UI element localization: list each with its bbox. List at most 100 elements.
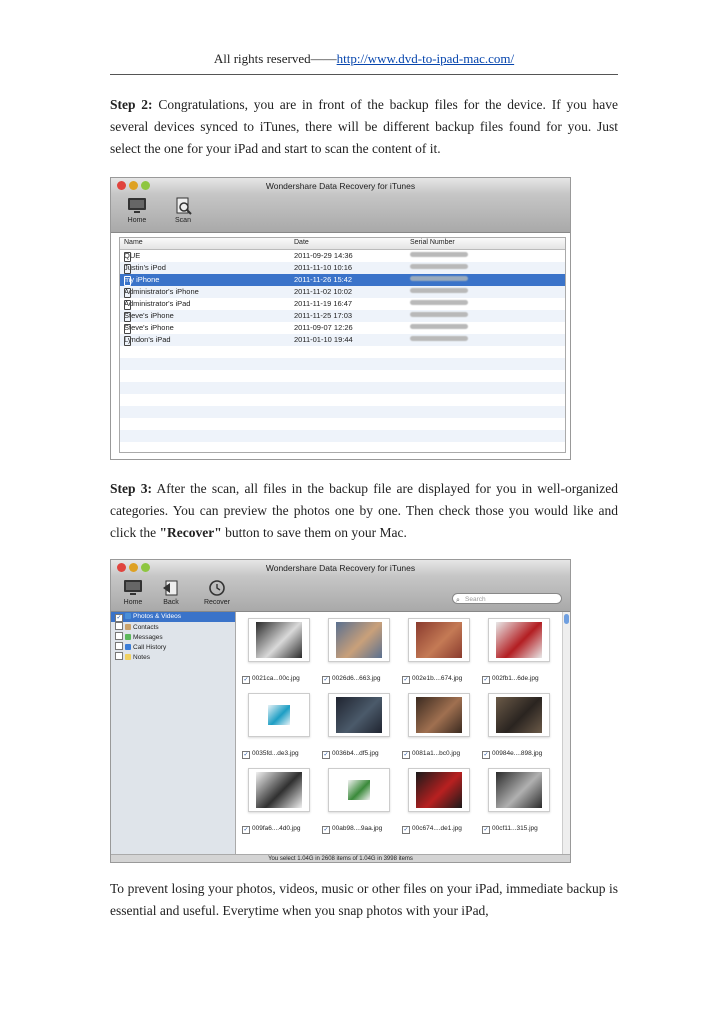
photo-tile[interactable]: ✓ 00cf11...315.jpg: [482, 768, 556, 834]
table-row[interactable]: my iPhone 2011-11-26 15:42: [120, 274, 565, 286]
home-button[interactable]: Home: [117, 197, 157, 224]
table-row[interactable]: Administrator's iPad 2011-11-19 16:47: [120, 298, 565, 310]
photo-tile[interactable]: ✓ 00c674....de1.jpg: [402, 768, 476, 834]
category-item[interactable]: Call History: [111, 642, 235, 652]
table-row[interactable]: [120, 406, 565, 418]
scan-icon: [176, 197, 192, 215]
photo-label: ✓ 00984e....898.jpg: [482, 750, 556, 759]
photo-image: [256, 622, 302, 658]
col-serial[interactable]: Serial Number: [410, 239, 455, 246]
photo-thumbnail[interactable]: [328, 693, 390, 737]
photo-image: [336, 697, 382, 733]
photo-label: ✓ 00cf11...315.jpg: [482, 825, 556, 834]
photo-tile[interactable]: ✓ 0081a1...bc0.jpg: [402, 693, 476, 759]
scan-button[interactable]: Scan: [163, 197, 203, 224]
photo-thumbnail[interactable]: [408, 618, 470, 662]
photo-checkbox[interactable]: ✓: [322, 826, 330, 834]
photo-tile[interactable]: ✓ 009fa6....4d0.jpg: [242, 768, 316, 834]
photo-checkbox[interactable]: ✓: [482, 676, 490, 684]
category-checkbox[interactable]: ✓: [115, 614, 123, 622]
photo-checkbox[interactable]: ✓: [402, 826, 410, 834]
photo-checkbox[interactable]: ✓: [242, 751, 250, 759]
table-row[interactable]: [120, 418, 565, 430]
device-name: Steve's iPhone: [124, 311, 174, 322]
photo-checkbox[interactable]: ✓: [402, 676, 410, 684]
home-label: Home: [127, 217, 147, 224]
photo-thumbnail[interactable]: [248, 693, 310, 737]
close-icon[interactable]: [117, 181, 126, 190]
table-row[interactable]: [120, 430, 565, 442]
photo-image: [348, 780, 370, 800]
table-row[interactable]: [120, 394, 565, 406]
photo-checkbox[interactable]: ✓: [402, 751, 410, 759]
step2-text: Congratulations, you are in front of the…: [110, 97, 618, 156]
photo-image: [268, 705, 290, 725]
photo-checkbox[interactable]: ✓: [242, 826, 250, 834]
monitor-icon: [124, 580, 142, 595]
photo-thumbnail[interactable]: [488, 768, 550, 812]
photo-checkbox[interactable]: ✓: [482, 751, 490, 759]
photo-tile[interactable]: ✓ 0026d6...663.jpg: [322, 618, 396, 684]
home-button[interactable]: Home: [113, 579, 153, 606]
photo-thumbnail[interactable]: [248, 618, 310, 662]
recover-button[interactable]: Recover: [197, 579, 237, 606]
table-row[interactable]: [120, 370, 565, 382]
photo-checkbox[interactable]: ✓: [482, 826, 490, 834]
minimize-icon[interactable]: [129, 181, 138, 190]
zoom-icon[interactable]: [141, 181, 150, 190]
col-name[interactable]: Name: [124, 239, 143, 246]
photo-thumbnail[interactable]: [328, 618, 390, 662]
scrollbar-thumb[interactable]: [564, 614, 569, 624]
zoom-icon[interactable]: [141, 563, 150, 572]
table-row[interactable]: [120, 382, 565, 394]
photo-tile[interactable]: ✓ 00ab98....9aa.jpg: [322, 768, 396, 834]
category-checkbox[interactable]: [115, 622, 123, 630]
table-row[interactable]: QUE 2011-09-29 14:36: [120, 250, 565, 262]
back-label: Back: [163, 599, 179, 606]
photo-thumbnail[interactable]: [248, 768, 310, 812]
device-icon: [124, 264, 131, 274]
back-button[interactable]: Back: [151, 579, 191, 606]
site-link[interactable]: http://www.dvd-to-ipad-mac.com/: [337, 51, 515, 66]
scrollbar[interactable]: [562, 612, 570, 854]
table-row[interactable]: [120, 346, 565, 358]
category-checkbox[interactable]: [115, 652, 123, 660]
photo-tile[interactable]: ✓ 0035fd...de3.jpg: [242, 693, 316, 759]
col-date[interactable]: Date: [294, 239, 309, 246]
photo-tile[interactable]: ✓ 002e1b....674.jpg: [402, 618, 476, 684]
table-row[interactable]: Administrator's iPhone 2011-11-02 10:02: [120, 286, 565, 298]
window-toolbar: Home Scan: [111, 194, 570, 233]
photo-thumbnail[interactable]: [488, 693, 550, 737]
category-checkbox[interactable]: [115, 632, 123, 640]
table-row[interactable]: Lyndon's iPad 2011-01-10 19:44: [120, 334, 565, 346]
photo-checkbox[interactable]: ✓: [322, 676, 330, 684]
close-icon[interactable]: [117, 563, 126, 572]
photo-tile[interactable]: ✓ 0036b4...df5.jpg: [322, 693, 396, 759]
category-item[interactable]: Messages: [111, 632, 235, 642]
table-row[interactable]: Steve's iPhone 2011-11-25 17:03: [120, 310, 565, 322]
home-label: Home: [123, 599, 143, 606]
minimize-icon[interactable]: [129, 563, 138, 572]
photo-tile[interactable]: ✓ 00984e....898.jpg: [482, 693, 556, 759]
photo-checkbox[interactable]: ✓: [322, 751, 330, 759]
table-row[interactable]: [120, 358, 565, 370]
category-item[interactable]: Notes: [111, 652, 235, 662]
category-sidebar: ✓ Photos & Videos Contacts Messages Call His…: [111, 612, 236, 854]
photo-filename: 0026d6...663.jpg: [332, 675, 381, 682]
photo-label: ✓ 002e1b....674.jpg: [402, 675, 476, 684]
table-row[interactable]: Steve's iPhone 2011-09-07 12:26: [120, 322, 565, 334]
step3-paragraph: Step 3: After the scan, all files in the…: [110, 478, 618, 544]
category-item[interactable]: ✓ Photos & Videos: [111, 612, 235, 622]
photo-tile[interactable]: ✓ 0021ca...00c.jpg: [242, 618, 316, 684]
category-item[interactable]: Contacts: [111, 622, 235, 632]
photo-image: [496, 772, 542, 808]
category-checkbox[interactable]: [115, 642, 123, 650]
photo-thumbnail[interactable]: [408, 768, 470, 812]
search-input[interactable]: ⌕ Search: [452, 593, 562, 604]
photo-tile[interactable]: ✓ 002fb1...6de.jpg: [482, 618, 556, 684]
photo-checkbox[interactable]: ✓: [242, 676, 250, 684]
photo-thumbnail[interactable]: [488, 618, 550, 662]
photo-thumbnail[interactable]: [328, 768, 390, 812]
photo-thumbnail[interactable]: [408, 693, 470, 737]
table-row[interactable]: Justin's iPod 2011-11-10 10:16: [120, 262, 565, 274]
